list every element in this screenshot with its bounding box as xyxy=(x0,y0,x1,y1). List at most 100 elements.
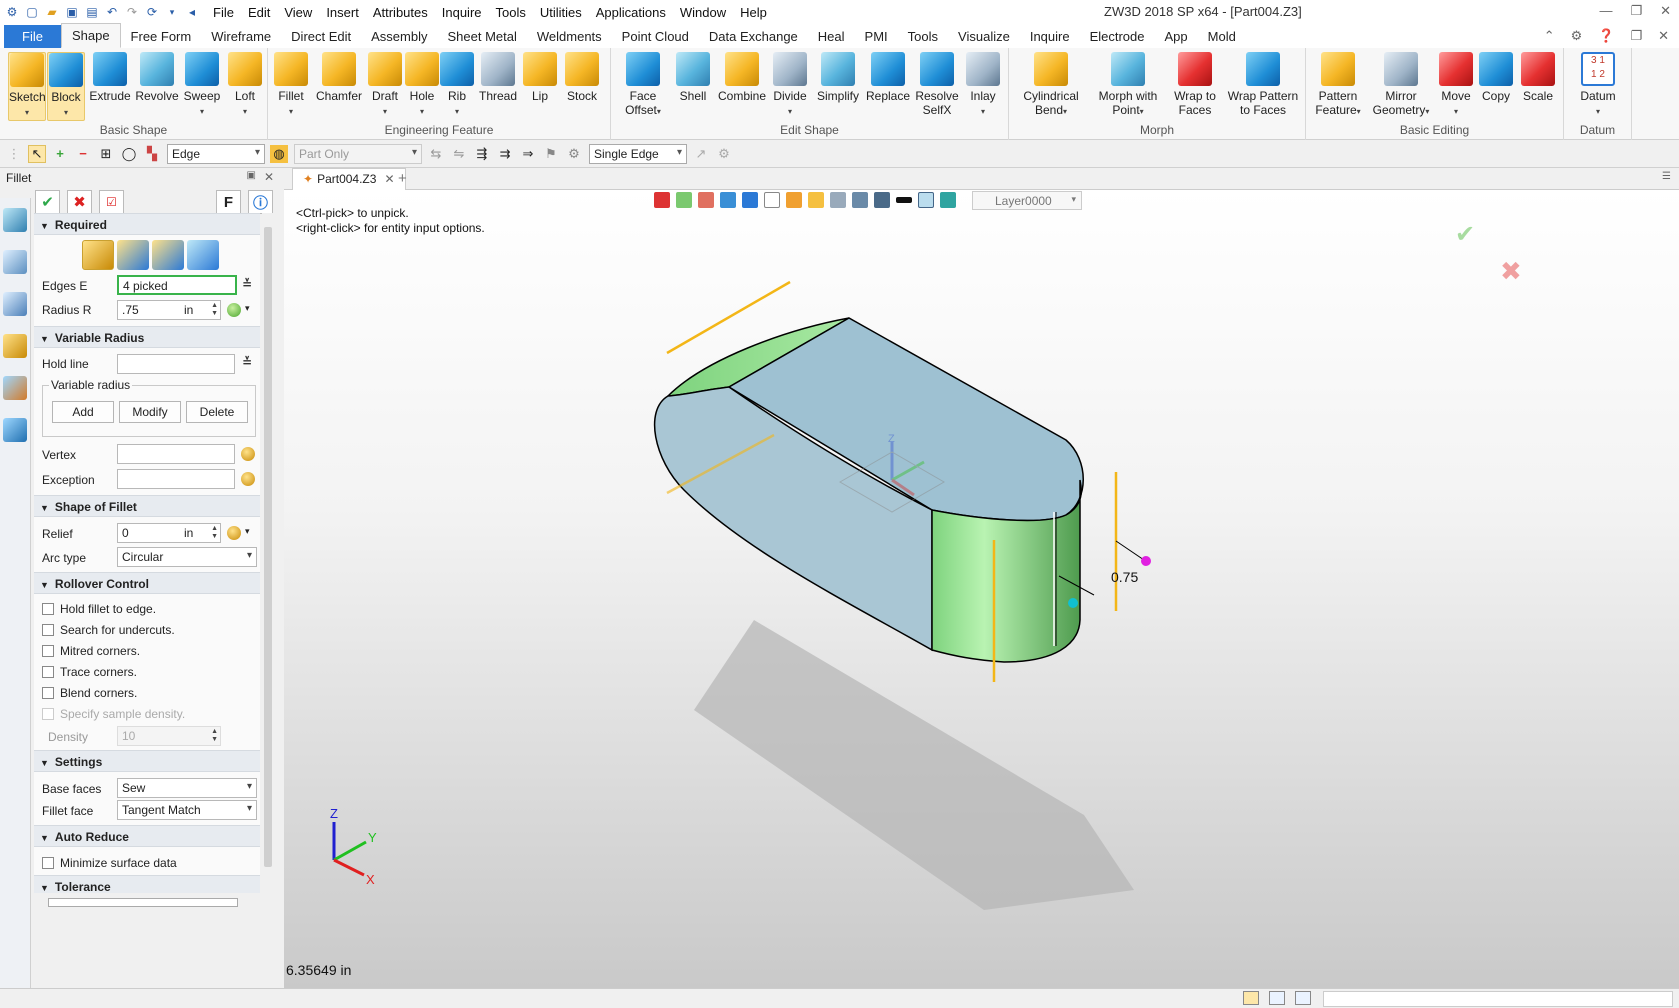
filter-combo[interactable]: Edge xyxy=(167,143,265,164)
section-required[interactable]: ▼ Required xyxy=(34,213,260,235)
tab-pmi[interactable]: PMI xyxy=(855,25,898,48)
tool-f-icon[interactable]: ⚑ xyxy=(542,145,560,163)
wrap-to-faces-button[interactable]: Wrap to Faces xyxy=(1169,52,1221,117)
apply-button[interactable]: ☑ xyxy=(99,190,124,214)
back-arrow-icon[interactable]: ◂ xyxy=(184,4,200,20)
panel-close-icon[interactable]: ✕ xyxy=(264,170,274,184)
chamfer-button[interactable]: Chamfer xyxy=(314,52,364,103)
app-logo-icon[interactable]: ⚙ xyxy=(4,4,20,20)
search-undercuts-checkbox[interactable]: Search for undercuts. xyxy=(42,623,175,637)
stock-button[interactable]: Stock xyxy=(562,52,602,103)
customize-dropdown-icon[interactable]: ▾ xyxy=(164,4,180,20)
tab-point-cloud[interactable]: Point Cloud xyxy=(612,25,699,48)
simplify-button[interactable]: Simplify xyxy=(813,52,863,103)
lip-button[interactable]: Lip xyxy=(522,52,558,103)
radius-field[interactable]: .75 ▲ ▼ xyxy=(117,300,221,320)
tab-file[interactable]: File xyxy=(4,25,61,48)
copy-button[interactable]: Copy xyxy=(1476,52,1516,103)
tool-b-icon[interactable]: ⇋ xyxy=(450,145,468,163)
tab-list-icon[interactable]: ☰ xyxy=(1662,171,1671,182)
redo-icon[interactable]: ↷ xyxy=(124,4,140,20)
tab-visualize[interactable]: Visualize xyxy=(948,25,1020,48)
hscroll-thumb[interactable] xyxy=(48,898,238,907)
refresh-icon[interactable]: ⟳ xyxy=(144,4,160,20)
exception-pick-icon[interactable] xyxy=(241,472,255,486)
pattern-feature-button[interactable]: Pattern Feature▾ xyxy=(1310,52,1366,119)
revolve-button[interactable]: Revolve xyxy=(134,52,180,103)
block-button[interactable]: Block ▾ xyxy=(47,52,85,121)
expand-hold-line-icon[interactable]: ≚ xyxy=(242,355,252,369)
trace-corners-checkbox[interactable]: Trace corners. xyxy=(42,665,137,679)
tab-direct-edit[interactable]: Direct Edit xyxy=(281,25,361,48)
filter-icon[interactable]: ▚ xyxy=(143,145,161,163)
assembly-manager-icon[interactable] xyxy=(3,250,27,274)
remove-pick-icon[interactable]: − xyxy=(74,145,92,163)
mirror-geometry-button[interactable]: Mirror Geometry▾ xyxy=(1370,52,1432,119)
menu-edit[interactable]: Edit xyxy=(241,5,277,20)
tab-electrode[interactable]: Electrode xyxy=(1080,25,1155,48)
tool-a-icon[interactable]: ⇆ xyxy=(427,145,445,163)
section-settings[interactable]: ▼ Settings xyxy=(34,750,260,772)
tab-heal[interactable]: Heal xyxy=(808,25,855,48)
sketch-button[interactable]: Sketch ▾ xyxy=(8,52,46,121)
wrap-pattern-to-faces-button[interactable]: Wrap Pattern to Faces xyxy=(1225,52,1301,117)
dimension-label[interactable]: 0.75 xyxy=(1111,569,1138,585)
thread-button[interactable]: Thread xyxy=(476,52,520,103)
tab-wireframe[interactable]: Wireframe xyxy=(201,25,281,48)
help-icon[interactable]: ❓ xyxy=(1598,28,1614,44)
settings-small-icon[interactable]: ⚙ xyxy=(565,145,583,163)
hold-fillet-checkbox[interactable]: Hold fillet to edge. xyxy=(42,602,156,616)
undo-icon[interactable]: ↶ xyxy=(104,4,120,20)
hole-button[interactable]: Hole ▾ xyxy=(404,52,440,119)
print-icon[interactable]: ▤ xyxy=(84,4,100,20)
doc-restore-icon[interactable]: ❐ xyxy=(1630,28,1642,44)
add-button[interactable]: Add xyxy=(52,401,114,423)
user-manager-icon[interactable] xyxy=(3,418,27,442)
pick-mode-combo[interactable]: Single Edge xyxy=(589,143,687,164)
shell-button[interactable]: Shell xyxy=(673,52,713,103)
close-icon[interactable]: ✕ xyxy=(1660,3,1671,19)
info-button[interactable]: ⓘ xyxy=(248,190,273,214)
hold-line-field[interactable] xyxy=(117,354,235,374)
mitred-corners-checkbox[interactable]: Mitred corners. xyxy=(42,644,140,658)
arc-type-select[interactable]: Circular xyxy=(117,547,257,567)
tool-c-icon[interactable]: ⇶ xyxy=(473,145,491,163)
part-manager-icon[interactable] xyxy=(3,334,27,358)
radius-dropdown-icon[interactable]: ▾ xyxy=(245,303,250,314)
minimize-icon[interactable]: — xyxy=(1599,3,1612,19)
menu-inquire[interactable]: Inquire xyxy=(435,5,489,20)
fillet-face-select[interactable]: Tangent Match xyxy=(117,800,257,820)
status-toggle-1-icon[interactable] xyxy=(1243,991,1259,1005)
tool-e-icon[interactable]: ⇒ xyxy=(519,145,537,163)
fillet-type-face-icon[interactable] xyxy=(117,240,149,270)
pick-grid-icon[interactable]: ⊞ xyxy=(97,145,115,163)
panel-horizontal-scrollbar[interactable] xyxy=(34,895,260,909)
graphics-viewport[interactable]: <Ctrl-pick> to unpick. <right-click> for… xyxy=(284,190,1679,988)
restore-icon[interactable]: ❐ xyxy=(1630,3,1642,19)
tree-manager-icon[interactable] xyxy=(3,292,27,316)
tab-tools[interactable]: Tools xyxy=(898,25,948,48)
menu-window[interactable]: Window xyxy=(673,5,733,20)
face-offset-button[interactable]: Face Offset▾ xyxy=(619,52,667,119)
tab-free-form[interactable]: Free Form xyxy=(121,25,202,48)
collapse-ribbon-icon[interactable]: ⌃ xyxy=(1544,28,1555,44)
tab-data-exchange[interactable]: Data Exchange xyxy=(699,25,808,48)
exception-field[interactable] xyxy=(117,469,235,489)
divide-button[interactable]: Divide ▾ xyxy=(769,52,811,119)
relief-pick-icon[interactable] xyxy=(227,526,241,540)
section-variable-radius[interactable]: ▼ Variable Radius xyxy=(34,326,260,348)
vertex-field[interactable] xyxy=(117,444,235,464)
tab-assembly[interactable]: Assembly xyxy=(361,25,437,48)
sweep-button[interactable]: Sweep ▾ xyxy=(182,52,222,119)
pick-gear-icon[interactable]: ⚙ xyxy=(715,145,733,163)
ok-button[interactable]: ✔ xyxy=(35,190,60,214)
morph-with-point-button[interactable]: Morph with Point▾ xyxy=(1093,52,1163,119)
vertex-pick-icon[interactable] xyxy=(241,447,255,461)
scope-icon[interactable]: ◍ xyxy=(270,144,288,163)
move-button[interactable]: Move ▾ xyxy=(1436,52,1476,119)
scroll-thumb[interactable] xyxy=(264,227,272,867)
extrude-button[interactable]: Extrude xyxy=(88,52,132,103)
draft-button[interactable]: Draft ▾ xyxy=(366,52,404,119)
save-icon[interactable]: ▣ xyxy=(64,4,80,20)
tool-d-icon[interactable]: ⇉ xyxy=(496,145,514,163)
